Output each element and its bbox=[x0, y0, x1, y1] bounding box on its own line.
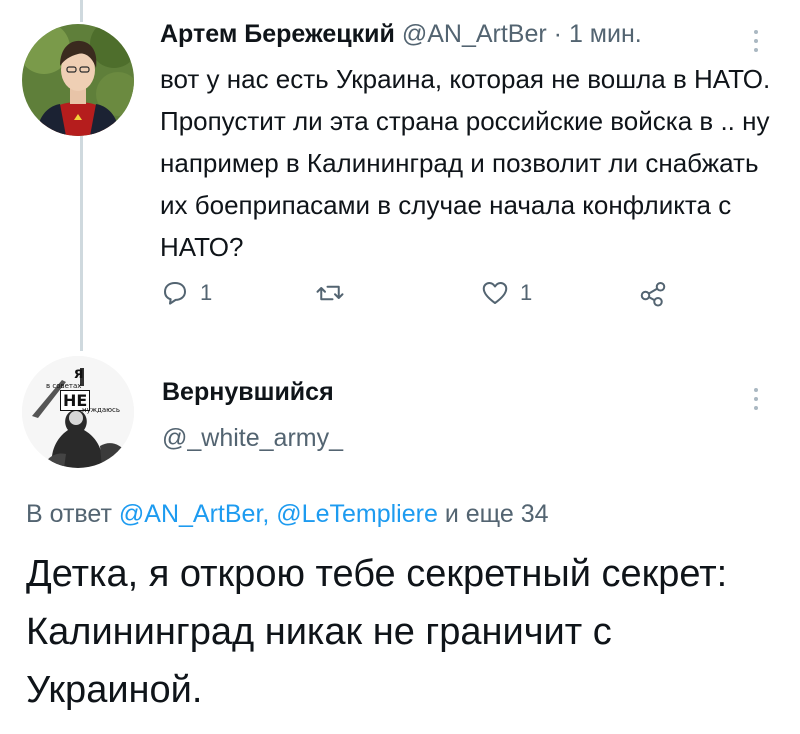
like-button[interactable]: 1 bbox=[480, 278, 532, 308]
timestamp[interactable]: 1 мин. bbox=[569, 20, 642, 48]
share-button[interactable] bbox=[638, 278, 668, 308]
avatar-photo bbox=[22, 24, 134, 136]
reply-button[interactable]: 1 bbox=[160, 278, 212, 308]
tweet-header: Артем Бережецкий @AN_ArtBer · 1 мин. bbox=[160, 20, 642, 49]
reply-text: Детка, я открою тебе секретный секрет: К… bbox=[26, 553, 728, 711]
reply-author-name[interactable]: Вернувшийся bbox=[162, 378, 334, 407]
replying-to-prefix: В ответ bbox=[26, 500, 112, 528]
more-options-icon[interactable] bbox=[752, 30, 760, 52]
avatar-caption-top: я bbox=[74, 364, 84, 382]
avatar[interactable] bbox=[22, 24, 134, 136]
reply-count: 1 bbox=[200, 280, 213, 305]
replying-to: В ответ @AN_ArtBer, @LeTempliere и еще 3… bbox=[26, 500, 549, 529]
replying-to-suffix[interactable]: и еще 34 bbox=[445, 500, 549, 528]
tweet-text: вот у нас есть Украина, которая не вошла… bbox=[160, 64, 771, 262]
reply-author-handle[interactable]: @_white_army_ bbox=[162, 424, 343, 453]
reply-avatar[interactable]: я в советах НЕ нуждаюсь bbox=[22, 356, 134, 468]
like-count: 1 bbox=[520, 280, 533, 305]
thread-line-top bbox=[80, 0, 83, 22]
mention-link-1[interactable]: @AN_ArtBer, bbox=[119, 500, 269, 528]
retweet-icon bbox=[316, 285, 344, 301]
thread-line-bottom bbox=[80, 136, 83, 351]
mention-link-2[interactable]: @LeTempliere bbox=[276, 500, 438, 528]
author-handle[interactable]: @AN_ArtBer bbox=[402, 20, 547, 48]
author-name[interactable]: Артем Бережецкий bbox=[160, 20, 395, 48]
heart-icon bbox=[482, 282, 508, 304]
action-bar: 1 1 bbox=[160, 278, 680, 318]
reply-icon bbox=[164, 282, 186, 305]
reply-more-options-icon[interactable] bbox=[752, 388, 760, 410]
avatar-caption-left: в советах bbox=[46, 382, 82, 390]
avatar-caption-bottom: нуждаюсь bbox=[82, 406, 121, 414]
share-icon bbox=[640, 282, 666, 307]
retweet-button[interactable] bbox=[315, 278, 345, 308]
separator-dot: · bbox=[553, 20, 562, 48]
